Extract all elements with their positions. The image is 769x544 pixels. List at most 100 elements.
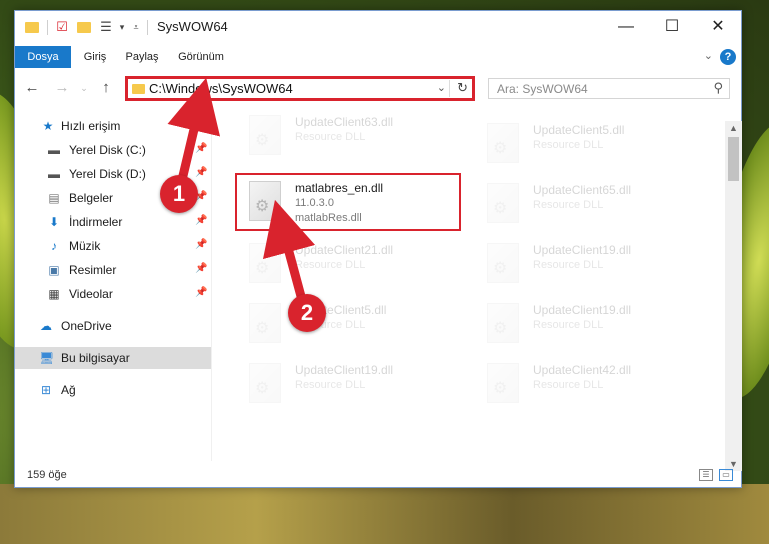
status-bar: 159 öğe ☰ ▭ bbox=[15, 465, 741, 487]
file-name: UpdateClient65.dll bbox=[533, 183, 632, 197]
dll-file-icon: ⚙ bbox=[487, 363, 519, 403]
file-type: Resource DLL bbox=[533, 259, 604, 271]
quick-access-toolbar-icon[interactable]: ⩡ bbox=[129, 20, 143, 34]
maximize-button[interactable]: ☐ bbox=[649, 11, 695, 43]
file-name: UpdateClient19.dll bbox=[295, 363, 394, 377]
ribbon-tabs: Dosya Giriş Paylaş Görünüm ⌄ ? bbox=[15, 46, 741, 68]
sidebar-item-label: Videolar bbox=[69, 287, 113, 301]
tab-share[interactable]: Paylaş bbox=[119, 46, 165, 68]
sidebar-item-disk-c[interactable]: ▬ Yerel Disk (C:) 📌 bbox=[15, 139, 211, 161]
file-name: UpdateClient21.dll bbox=[295, 243, 394, 257]
tab-view[interactable]: Görünüm bbox=[171, 46, 231, 68]
videos-icon: ▦ bbox=[48, 287, 60, 301]
file-item[interactable]: ⚙ UpdateClient19.dll Resource DLL bbox=[475, 239, 705, 289]
navigation-bar: ← → ⌄ ↑ C:\Windows\SysWOW64 ⌄ ↻ Ara: Sys… bbox=[15, 73, 741, 105]
minimize-button[interactable]: — bbox=[603, 11, 649, 43]
scrollbar-thumb[interactable] bbox=[728, 137, 739, 181]
file-item[interactable]: ⚙ UpdateClient21.dll Resource DLL bbox=[237, 239, 467, 289]
file-item[interactable]: ⚙ UpdateClient42.dll Resource DLL bbox=[475, 359, 705, 409]
file-type: Resource DLL bbox=[533, 379, 604, 391]
back-button[interactable]: ← bbox=[23, 79, 41, 97]
file-item[interactable]: ⚙ UpdateClient5.dll Resource DLL bbox=[475, 119, 705, 169]
music-icon: ♪ bbox=[51, 239, 57, 253]
network-icon: ⊞ bbox=[40, 383, 52, 397]
sidebar-item-label: Müzik bbox=[69, 239, 101, 253]
file-name: UpdateClient19.dll bbox=[533, 243, 632, 257]
properties-icon[interactable]: ☑ bbox=[55, 20, 69, 34]
sidebar-item-label: Resimler bbox=[69, 263, 117, 277]
sidebar-item-videos[interactable]: ▦ Videolar 📌 bbox=[15, 283, 211, 305]
file-type: Resource DLL bbox=[533, 139, 604, 151]
wallpaper-decoration bbox=[0, 484, 769, 544]
tab-file[interactable]: Dosya bbox=[15, 46, 71, 68]
chevron-down-icon[interactable]: ▾ bbox=[115, 20, 129, 34]
new-folder-icon[interactable] bbox=[77, 22, 91, 33]
scroll-up-icon[interactable]: ▲ bbox=[729, 123, 738, 133]
sidebar-item-network[interactable]: ⊞ Ağ bbox=[15, 379, 211, 401]
sidebar-item-downloads[interactable]: ⬇ İndirmeler 📌 bbox=[15, 211, 211, 233]
file-type: Resource DLL bbox=[533, 319, 604, 331]
dll-file-icon: ⚙ bbox=[249, 115, 281, 155]
sidebar-item-this-pc[interactable]: 🖥 Bu bilgisayar bbox=[15, 347, 211, 369]
customize-icon[interactable]: ☰ bbox=[99, 20, 113, 34]
sidebar-item-label: Yerel Disk (C:) bbox=[69, 143, 146, 157]
pin-icon[interactable]: 📌 bbox=[195, 167, 207, 178]
vertical-scrollbar[interactable]: ▲ ▼ bbox=[725, 121, 742, 471]
highlight-box bbox=[235, 173, 461, 231]
cloud-icon: ☁ bbox=[40, 319, 52, 333]
pin-icon[interactable]: 📌 bbox=[195, 239, 207, 250]
drive-icon: ▬ bbox=[48, 143, 60, 157]
refresh-icon[interactable]: ↻ bbox=[457, 80, 468, 96]
search-input[interactable]: Ara: SysWOW64 ⚲ bbox=[488, 78, 730, 99]
navigation-pane: ★ Hızlı erişim ▬ Yerel Disk (C:) 📌 ▬ Yer… bbox=[15, 111, 211, 461]
drive-icon: ▬ bbox=[48, 167, 60, 181]
address-path[interactable]: C:\Windows\SysWOW64 bbox=[149, 81, 293, 96]
pin-icon[interactable]: 📌 bbox=[195, 287, 207, 298]
close-button[interactable]: ✕ bbox=[695, 11, 741, 43]
address-bar[interactable]: C:\Windows\SysWOW64 ⌄ ↻ bbox=[125, 76, 475, 101]
file-type: Resource DLL bbox=[295, 131, 366, 143]
large-icons-view-icon[interactable]: ▭ bbox=[719, 469, 733, 481]
chevron-down-icon[interactable]: ⌄ bbox=[704, 49, 713, 62]
file-item[interactable]: ⚙ UpdateClient5.dll Resource DLL bbox=[237, 299, 467, 349]
file-name: UpdateClient5.dll bbox=[533, 123, 625, 137]
dll-file-icon: ⚙ bbox=[487, 243, 519, 283]
pin-icon[interactable]: 📌 bbox=[195, 143, 207, 154]
sidebar-item-pictures[interactable]: ▣ Resimler 📌 bbox=[15, 259, 211, 281]
dll-file-icon: ⚙ bbox=[249, 243, 281, 283]
search-placeholder: Ara: SysWOW64 bbox=[497, 82, 588, 96]
tab-home[interactable]: Giriş bbox=[77, 46, 113, 68]
dll-file-icon: ⚙ bbox=[249, 303, 281, 343]
up-button[interactable]: ↑ bbox=[97, 79, 115, 97]
help-icon[interactable]: ? bbox=[720, 49, 736, 65]
file-item[interactable]: ⚙ UpdateClient65.dll Resource DLL bbox=[475, 179, 705, 229]
file-item[interactable]: ⚙ UpdateClient63.dll Resource DLL bbox=[237, 111, 467, 161]
window-title: SysWOW64 bbox=[157, 19, 228, 34]
chevron-down-icon[interactable]: ⌄ bbox=[437, 81, 446, 94]
title-bar: ☑ ☰ ▾ ⩡ SysWOW64 — ☐ ✕ bbox=[15, 11, 741, 43]
dll-file-icon: ⚙ bbox=[487, 183, 519, 223]
item-count: 159 öğe bbox=[27, 469, 67, 481]
forward-button[interactable]: → bbox=[53, 79, 71, 97]
details-view-icon[interactable]: ☰ bbox=[699, 469, 713, 481]
sidebar-item-label: İndirmeler bbox=[69, 215, 123, 229]
file-list: ⚙ UpdateClient63.dll Resource DLL ⚙ matl… bbox=[225, 111, 725, 461]
file-name: UpdateClient63.dll bbox=[295, 115, 394, 129]
file-type: Resource DLL bbox=[295, 379, 366, 391]
documents-icon: ▤ bbox=[48, 191, 60, 205]
sidebar-item-label: OneDrive bbox=[61, 319, 112, 333]
sidebar-item-quick-access[interactable]: ★ Hızlı erişim bbox=[15, 115, 211, 137]
file-item[interactable]: ⚙ UpdateClient19.dll Resource DLL bbox=[475, 299, 705, 349]
sidebar-item-label: Belgeler bbox=[69, 191, 114, 205]
sidebar-item-onedrive[interactable]: ☁ OneDrive bbox=[15, 315, 211, 337]
recent-locations-button[interactable]: ⌄ bbox=[75, 79, 93, 97]
sidebar-item-music[interactable]: ♪ Müzik 📌 bbox=[15, 235, 211, 257]
computer-icon: 🖥 bbox=[39, 351, 55, 365]
file-item[interactable]: ⚙ UpdateClient19.dll Resource DLL bbox=[237, 359, 467, 409]
dll-file-icon: ⚙ bbox=[487, 303, 519, 343]
search-icon[interactable]: ⚲ bbox=[713, 80, 723, 96]
pin-icon[interactable]: 📌 bbox=[195, 215, 207, 226]
file-type: Resource DLL bbox=[295, 259, 366, 271]
pin-icon[interactable]: 📌 bbox=[195, 263, 207, 274]
sidebar-item-label: Hızlı erişim bbox=[61, 119, 121, 133]
